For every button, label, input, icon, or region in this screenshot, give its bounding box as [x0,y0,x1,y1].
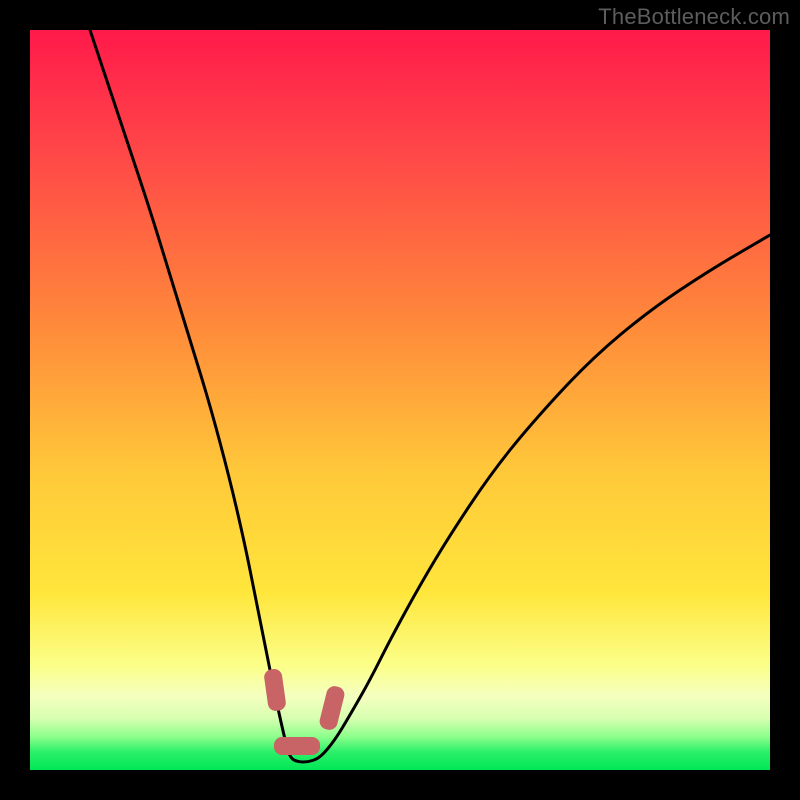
marker-bottom [274,737,320,755]
gradient-background [30,30,770,770]
chart-svg [30,30,770,770]
watermark: TheBottleneck.com [598,4,790,30]
plot-area [30,30,770,770]
frame: TheBottleneck.com [0,0,800,800]
